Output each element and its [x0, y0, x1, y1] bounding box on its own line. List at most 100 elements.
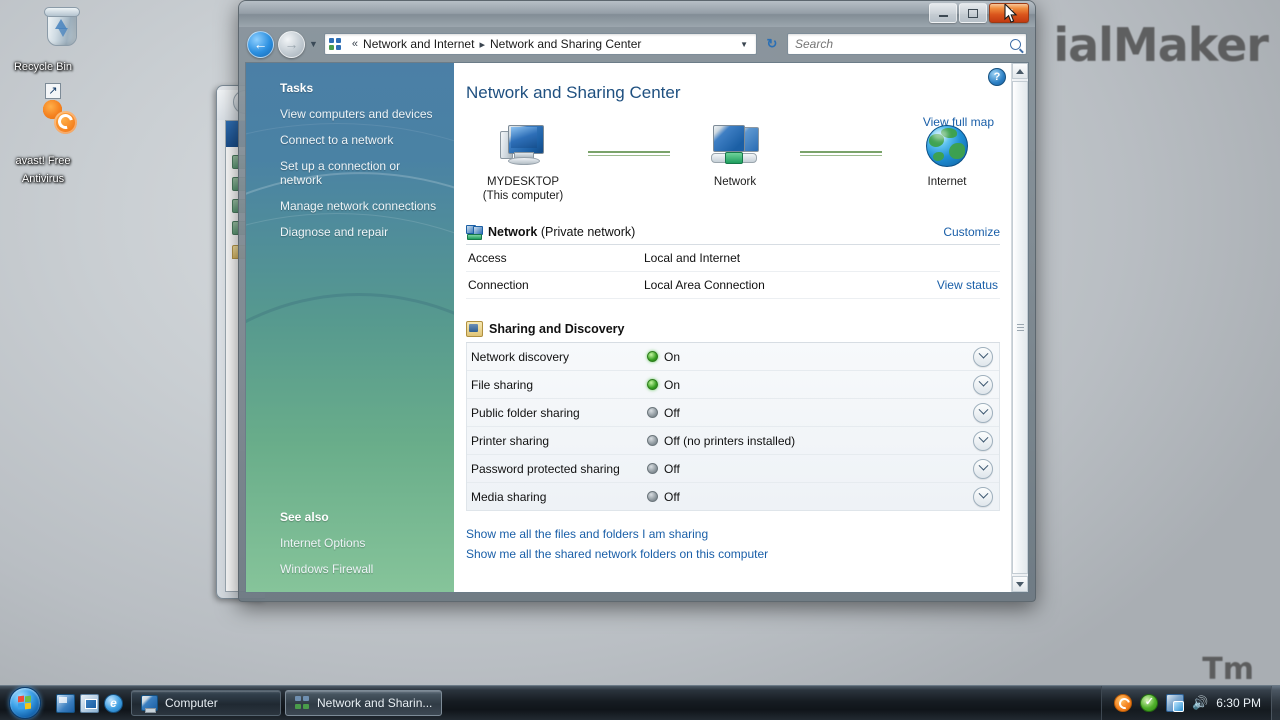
- chevron-down-icon[interactable]: ▼: [736, 40, 752, 49]
- help-icon[interactable]: ?: [988, 68, 1006, 86]
- watermark-top: ialMaker: [1053, 18, 1269, 72]
- sharing-section-title: Sharing and Discovery: [489, 322, 625, 336]
- network-icon: [466, 225, 483, 240]
- map-connection-line: [800, 151, 882, 156]
- breadcrumb-overflow-icon[interactable]: «: [352, 38, 358, 50]
- table-row: Connection Local Area Connection View st…: [466, 272, 1000, 299]
- page-title: Network and Sharing Center: [466, 83, 681, 102]
- breadcrumb-network-and-sharing-center[interactable]: Network and Sharing Center: [490, 37, 641, 51]
- row-state: Off: [647, 406, 973, 420]
- taskbar-button-label: Computer: [165, 696, 218, 710]
- network-icon[interactable]: [1166, 694, 1185, 712]
- expand-chevron-down-icon[interactable]: [973, 374, 993, 395]
- show-desktop-icon[interactable]: [56, 693, 75, 713]
- sharing-row-network-discovery[interactable]: Network discovery On: [467, 343, 999, 371]
- map-connection-line: [588, 151, 670, 156]
- scroll-up-button[interactable]: [1012, 63, 1028, 79]
- quick-launch-bar: e: [48, 693, 131, 713]
- flip-3d-icon[interactable]: [80, 693, 99, 713]
- window-controls: ✕: [929, 3, 1029, 23]
- internet-explorer-icon[interactable]: e: [104, 693, 123, 713]
- view-status-link[interactable]: View status: [937, 278, 1000, 292]
- scrollbar-thumb[interactable]: [1012, 81, 1028, 574]
- link-show-shared-network-folders[interactable]: Show me all the shared network folders o…: [466, 547, 1000, 561]
- start-button[interactable]: [2, 687, 48, 719]
- expand-chevron-down-icon[interactable]: [973, 486, 993, 507]
- network-icon: [328, 37, 343, 51]
- refresh-button[interactable]: ↻: [761, 33, 783, 55]
- network-map-node-computer[interactable]: MYDESKTOP (This computer): [458, 121, 588, 203]
- row-state: Off: [647, 462, 973, 476]
- row-key: Public folder sharing: [471, 405, 580, 420]
- scrollbar-grip-icon: [1016, 322, 1024, 333]
- window-titlebar[interactable]: ✕: [239, 1, 1035, 27]
- row-value: Local and Internet: [644, 251, 741, 265]
- show-desktop-button[interactable]: [1271, 686, 1280, 720]
- sidebar-item-view-computers-and-devices[interactable]: View computers and devices: [246, 101, 454, 127]
- recent-pages-button[interactable]: ▼: [309, 39, 318, 49]
- avast-icon[interactable]: [1114, 694, 1133, 712]
- system-tray: ✓ 🔊 6:30 PM: [1101, 686, 1271, 720]
- search-box[interactable]: [787, 33, 1027, 55]
- network-sharing-center-window[interactable]: ✕ ← → ▼ « Network and Internet ▸ Network…: [238, 0, 1036, 602]
- customize-link[interactable]: Customize: [943, 225, 1000, 239]
- link-show-files-and-folders-sharing[interactable]: Show me all the files and folders I am s…: [466, 527, 1000, 541]
- clock[interactable]: 6:30 PM: [1216, 696, 1261, 710]
- sharing-row-file-sharing[interactable]: File sharing On: [467, 371, 999, 399]
- sidebar-item-diagnose-and-repair[interactable]: Diagnose and repair: [246, 219, 454, 245]
- breadcrumb-separator-icon: ▸: [479, 38, 485, 51]
- row-key: Media sharing: [471, 489, 547, 504]
- status-text: Off: [664, 405, 680, 420]
- minimize-button[interactable]: [929, 3, 957, 23]
- maximize-button[interactable]: [959, 3, 987, 23]
- scroll-down-button[interactable]: [1012, 576, 1028, 592]
- forward-arrow-icon: →: [284, 36, 299, 52]
- desktop-icon-recycle-bin[interactable]: Recycle Bin: [0, 6, 86, 75]
- expand-chevron-down-icon[interactable]: [973, 402, 993, 423]
- status-text: On: [664, 377, 681, 392]
- avast-icon: ↗: [0, 83, 86, 148]
- sidebar-item-internet-options[interactable]: Internet Options: [246, 530, 454, 556]
- forward-button[interactable]: →: [278, 30, 305, 58]
- taskbar-button-network-and-sharing[interactable]: Network and Sharin...: [285, 690, 443, 716]
- taskbar-button-computer[interactable]: Computer: [131, 690, 281, 716]
- address-bar[interactable]: « Network and Internet ▸ Network and Sha…: [323, 33, 757, 55]
- expand-chevron-down-icon[interactable]: [973, 430, 993, 451]
- close-button[interactable]: ✕: [989, 3, 1029, 23]
- sharing-row-media-sharing[interactable]: Media sharing Off: [467, 483, 999, 510]
- network-icon: [670, 121, 800, 171]
- breadcrumb-network-and-internet[interactable]: Network and Internet: [363, 37, 474, 51]
- back-button[interactable]: ←: [247, 30, 274, 58]
- sidebar-item-connect-to-a-network[interactable]: Connect to a network: [246, 127, 454, 153]
- sharing-row-printer-sharing[interactable]: Printer sharing Off (no printers install…: [467, 427, 999, 455]
- expand-chevron-down-icon[interactable]: [973, 346, 993, 367]
- vertical-scrollbar[interactable]: [1011, 63, 1028, 592]
- network-section-title: Network (Private network): [488, 225, 635, 239]
- expand-chevron-down-icon[interactable]: [973, 458, 993, 479]
- desktop-icon-label: Recycle Bin: [13, 61, 73, 73]
- network-map-node-network[interactable]: Network: [670, 121, 800, 189]
- see-also-section: See also Internet Options Windows Firewa…: [246, 510, 454, 582]
- node-label: Internet: [927, 176, 967, 188]
- sidebar-item-windows-firewall[interactable]: Windows Firewall: [246, 556, 454, 582]
- network-map-node-internet[interactable]: Internet: [882, 121, 1012, 189]
- refresh-icon: ↻: [766, 36, 778, 51]
- sidebar-item-set-up-a-connection-or-network[interactable]: Set up a connection or network: [246, 153, 454, 193]
- row-key: File sharing: [471, 377, 534, 392]
- bottom-links: Show me all the files and folders I am s…: [466, 527, 1000, 561]
- network-name: Network: [488, 225, 538, 239]
- sidebar-item-manage-network-connections[interactable]: Manage network connections: [246, 193, 454, 219]
- volume-icon[interactable]: 🔊: [1192, 695, 1208, 711]
- computer-icon: [141, 695, 158, 713]
- status-text: Off (no printers installed): [664, 433, 796, 448]
- sharing-row-public-folder-sharing[interactable]: Public folder sharing Off: [467, 399, 999, 427]
- status-indicator-off-icon: [647, 407, 658, 418]
- sharing-row-password-protected-sharing[interactable]: Password protected sharing Off: [467, 455, 999, 483]
- tasks-sidebar: Tasks View computers and devices Connect…: [246, 63, 454, 592]
- row-key: Network discovery: [471, 349, 570, 364]
- status-text: Off: [664, 461, 680, 476]
- avast-shield-check-icon[interactable]: ✓: [1140, 694, 1159, 712]
- view-full-map-link[interactable]: View full map: [923, 115, 994, 129]
- desktop-icon-avast[interactable]: ↗ avast! Free Antivirus: [0, 83, 86, 187]
- search-input[interactable]: [793, 36, 1010, 52]
